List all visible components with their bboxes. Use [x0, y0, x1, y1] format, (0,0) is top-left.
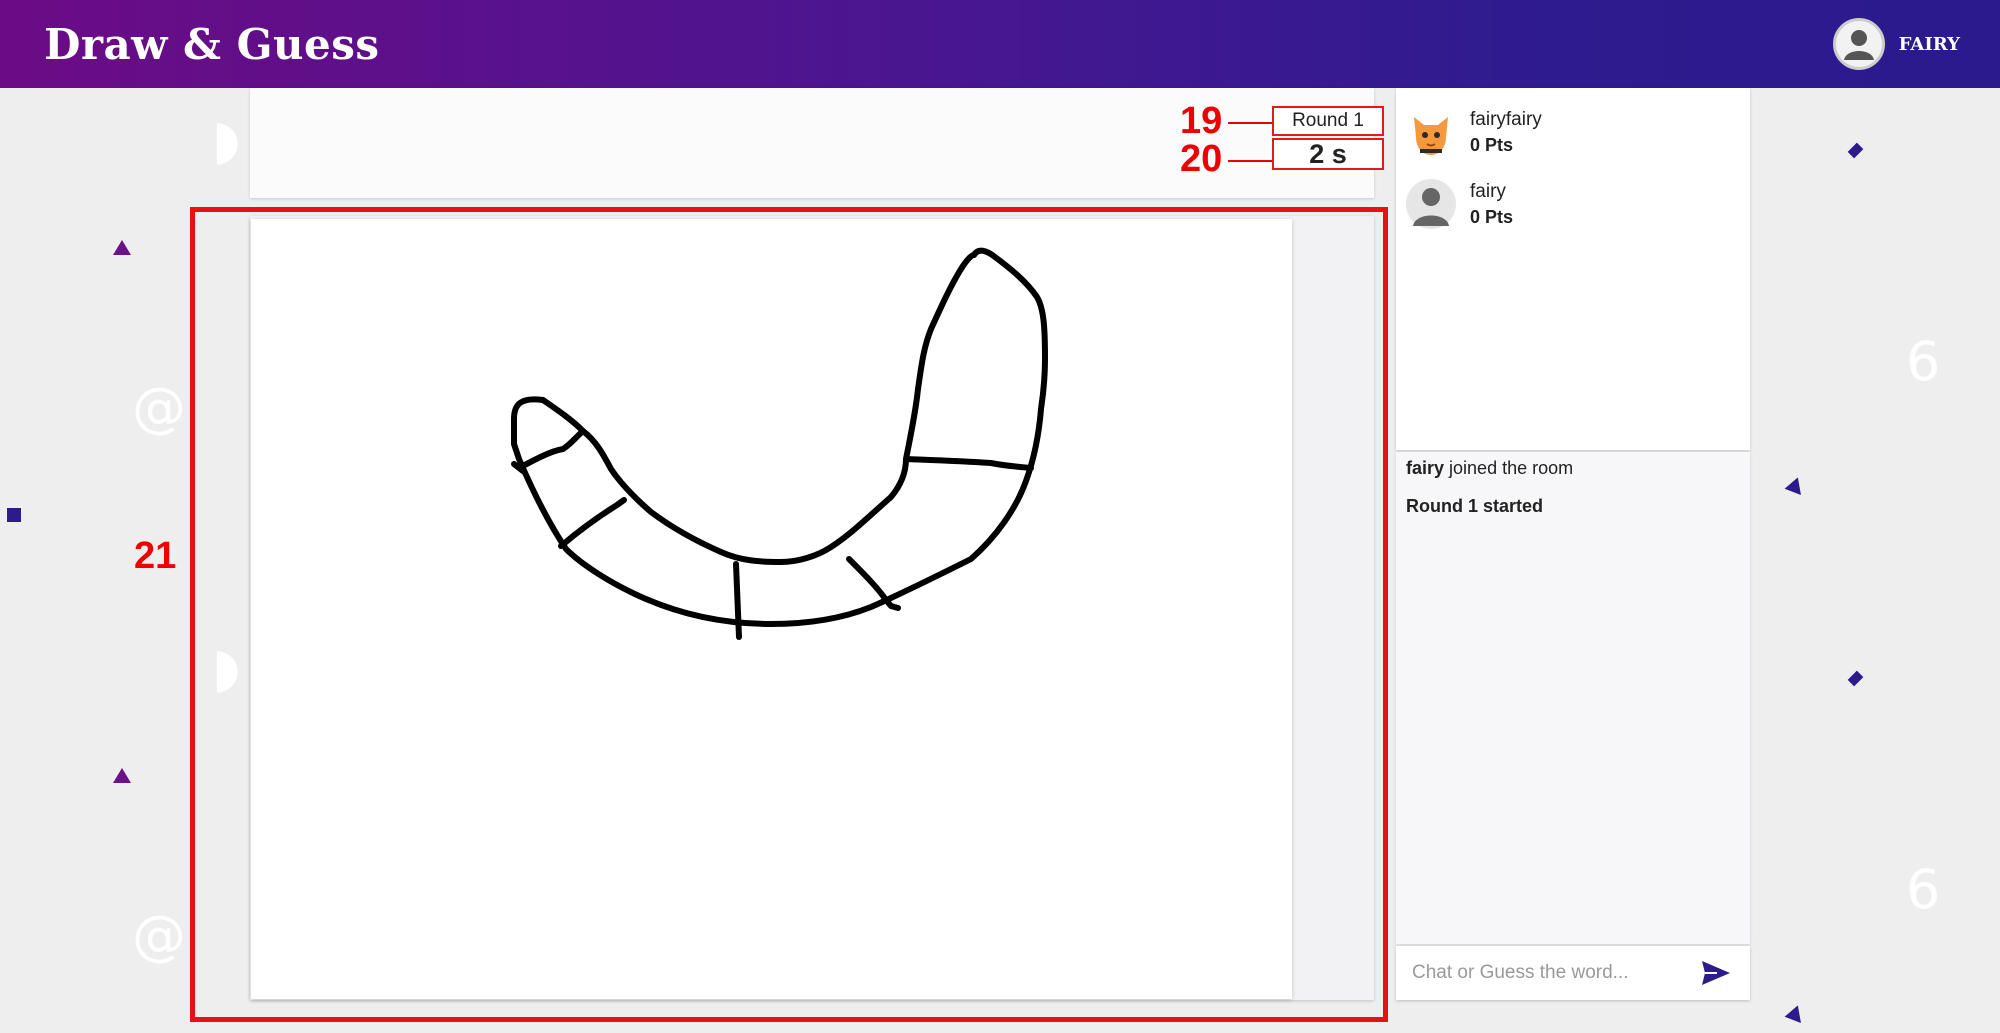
confetti-diamond: [1847, 670, 1864, 687]
players-panel: fairyfairy 0 Pts fairy 0 Pts: [1396, 88, 1750, 450]
confetti-swirl: ◗: [212, 108, 241, 171]
callout-timer: 20: [1180, 138, 1223, 180]
callout-line: [1228, 122, 1272, 124]
callout-canvas: 21: [134, 535, 177, 577]
orange-cat-avatar: [1406, 107, 1456, 157]
confetti-square: [7, 508, 21, 522]
account-circle-icon[interactable]: [1832, 18, 1885, 70]
chat-message-text: joined the room: [1444, 458, 1574, 478]
user-name[interactable]: FAIRY: [1899, 34, 1960, 55]
confetti-triangle: [1783, 477, 1801, 498]
send-icon: [1702, 961, 1730, 985]
player-name: fairyfairy: [1470, 108, 1542, 130]
chat-input-bar: [1396, 946, 1750, 1000]
round-indicator: Round 1: [1272, 106, 1384, 136]
chat-input[interactable]: [1412, 962, 1698, 984]
chat-message: Round 1 started: [1406, 496, 1740, 517]
confetti-diamond: [1847, 142, 1864, 159]
app-header: Draw & Guess FAIRY: [0, 0, 2000, 88]
countdown-timer: 2 s: [1272, 138, 1384, 170]
chat-log: fairy joined the room Round 1 started: [1396, 452, 1750, 944]
send-button[interactable]: [1698, 955, 1734, 991]
confetti-triangle: [1783, 1005, 1801, 1026]
player-points: 0 Pts: [1470, 206, 1514, 227]
canvas-annotation-box: [190, 207, 1388, 1022]
confetti-triangle: [113, 240, 131, 255]
app-logo[interactable]: Draw & Guess: [44, 20, 380, 69]
player-points: 0 Pts: [1470, 134, 1514, 155]
user-menu[interactable]: FAIRY: [1832, 18, 1960, 70]
confetti-swirl: @: [132, 376, 186, 439]
confetti-triangle: [113, 768, 131, 783]
chat-message: fairy joined the room: [1406, 458, 1740, 479]
callout-round: 19: [1180, 100, 1223, 142]
callout-line: [1228, 160, 1272, 162]
chat-message-system: Round 1 started: [1406, 496, 1544, 516]
player-item: fairy 0 Pts: [1406, 168, 1740, 240]
chat-message-user: fairy: [1406, 458, 1445, 478]
default-user-avatar: [1406, 179, 1456, 229]
player-name: fairy: [1470, 180, 1506, 202]
confetti-swirl: 6: [1906, 330, 1941, 393]
player-item: fairyfairy 0 Pts: [1406, 96, 1740, 168]
confetti-swirl: 6: [1906, 858, 1941, 921]
confetti-swirl: @: [132, 904, 186, 967]
